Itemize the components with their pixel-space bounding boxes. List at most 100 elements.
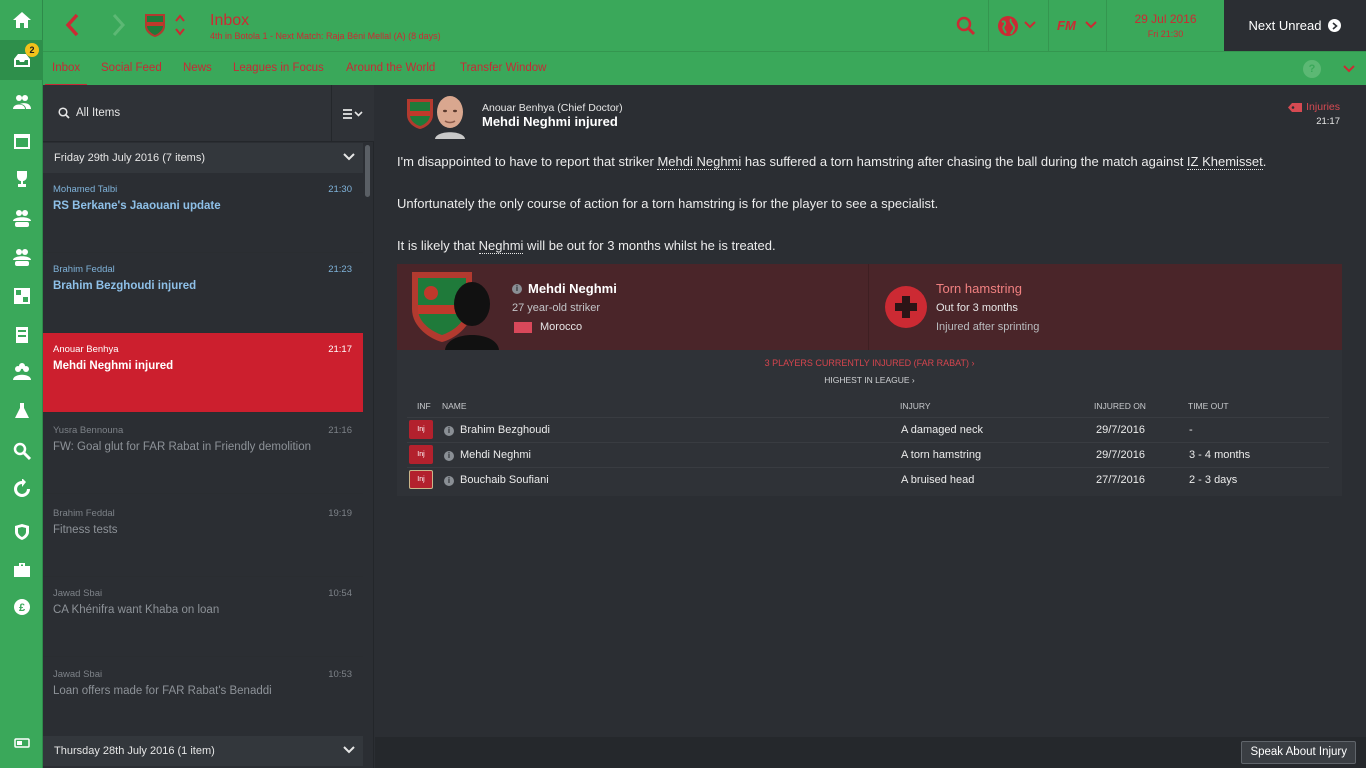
message-time: 21:16 <box>328 425 352 436</box>
left-sidebar: 2 £ <box>0 0 43 768</box>
col-header-time-out[interactable]: TIME OUT <box>1188 401 1229 411</box>
finances-icon[interactable]: £ <box>0 587 43 627</box>
u18-icon[interactable] <box>0 237 43 277</box>
player-name[interactable]: Bouchaib Soufiani <box>460 474 549 486</box>
list-item[interactable]: Yusra Bennouna 21:16 FW: Goal glut for F… <box>43 414 363 494</box>
message-subject: Mehdi Neghmi injured <box>53 360 174 372</box>
player-link[interactable]: Neghmi <box>478 238 524 254</box>
help-icon[interactable]: ? <box>1303 60 1321 78</box>
tab-leagues-in-focus[interactable]: Leagues in Focus <box>226 52 331 86</box>
tab-inbox[interactable]: Inbox <box>45 52 88 86</box>
search-icon[interactable] <box>956 16 976 36</box>
message-sender: Yusra Bennouna <box>53 425 124 436</box>
player-name[interactable]: i Mehdi Neghmi <box>512 281 617 296</box>
page-subtitle[interactable]: 4th in Botola 1 - Next Match: Raja Béni … <box>210 31 441 41</box>
time-out-cell: 3 - 4 months <box>1189 449 1251 461</box>
message-paragraph: It is likely that Neghmi will be out for… <box>397 238 776 254</box>
injury-cell: A bruised head <box>901 474 975 486</box>
tab-around-the-world[interactable]: Around the World <box>339 52 442 86</box>
col-header-injured-on[interactable]: INJURED ON <box>1094 401 1146 411</box>
club-switch-icon[interactable] <box>174 12 186 38</box>
chevron-down-icon <box>343 153 355 161</box>
nationality-label: Morocco <box>540 321 583 333</box>
tab-news[interactable]: News <box>176 52 219 86</box>
speak-about-injury-button[interactable]: Speak About Injury <box>1241 741 1356 764</box>
currently-injured-link[interactable]: 3 PLAYERS CURRENTLY INJURED (FAR RABAT) … <box>397 358 1342 368</box>
chevron-down-icon[interactable] <box>1085 20 1097 30</box>
highest-in-league-link[interactable]: HIGHEST IN LEAGUE › <box>397 375 1342 385</box>
group-label: Thursday 28th July 2016 (1 item) <box>54 745 215 757</box>
list-scrollbar[interactable] <box>365 145 370 197</box>
arrow-right-icon <box>1328 19 1342 32</box>
trophy-icon[interactable] <box>0 159 43 199</box>
training-icon[interactable] <box>0 315 43 355</box>
player-silhouette[interactable] <box>437 274 503 350</box>
injury-cell: A torn hamstring <box>901 449 982 461</box>
text-span: It is likely that <box>397 238 479 253</box>
tab-social-feed[interactable]: Social Feed <box>94 52 169 86</box>
message-category[interactable]: Injuries <box>1288 101 1340 113</box>
world-globe-icon[interactable] <box>997 15 1019 37</box>
inbox-icon[interactable]: 2 <box>0 40 43 80</box>
back-arrow-icon[interactable] <box>60 12 86 38</box>
injury-summary: i Mehdi Neghmi 27 year-old striker Moroc… <box>397 264 1342 350</box>
chevron-down-icon[interactable] <box>1024 20 1036 30</box>
club-crest-icon[interactable] <box>143 12 167 38</box>
chevron-down-icon[interactable] <box>1343 64 1355 74</box>
u21-icon[interactable] <box>0 198 43 238</box>
injury-cause: Injured after sprinting <box>936 321 1040 333</box>
player-name[interactable]: Mehdi Neghmi <box>460 449 531 461</box>
scouting-icon[interactable] <box>0 391 43 431</box>
message-paragraph: I'm disappointed to have to report that … <box>397 154 1267 170</box>
list-item[interactable]: Mohamed Talbi 21:30 RS Berkane's Jaaouan… <box>43 173 363 253</box>
staff-avatar[interactable] <box>430 93 470 139</box>
chevron-down-icon <box>343 746 355 754</box>
info-icon: i <box>444 449 454 461</box>
game-date[interactable]: 29 Jul 2016 Fri 21:30 <box>1109 0 1222 51</box>
team-link[interactable]: IZ Khemisset <box>1186 154 1263 170</box>
list-item[interactable]: Brahim Feddal 19:19 Fitness tests <box>43 497 363 577</box>
message-time: 21:17 <box>1316 116 1340 127</box>
list-item[interactable]: Jawad Sbai 10:54 CA Khénifra want Khaba … <box>43 577 363 657</box>
info-icon: i <box>444 474 454 486</box>
message-list-panel: All Items Friday 29th July 2016 (7 items… <box>43 85 374 768</box>
category-label: Injuries <box>1306 101 1340 113</box>
tab-transfer-window[interactable]: Transfer Window <box>453 52 554 86</box>
table-row[interactable]: Inj i Brahim Bezghoudi A damaged neck 29… <box>407 417 1329 442</box>
divider <box>868 264 869 350</box>
filter-label[interactable]: All Items <box>76 107 120 119</box>
tag-icon <box>1288 102 1303 112</box>
staff-icon[interactable] <box>0 352 43 392</box>
date-group-header[interactable]: Thursday 28th July 2016 (1 item) <box>43 736 363 766</box>
filter-menu-button[interactable] <box>331 85 374 142</box>
calendar-icon[interactable] <box>0 121 43 161</box>
message-sender[interactable]: Anouar Benhya (Chief Doctor) <box>482 102 623 114</box>
list-item[interactable]: Jawad Sbai 10:53 Loan offers made for FA… <box>43 658 363 738</box>
player-nationality: Morocco <box>514 321 582 333</box>
col-header-injury[interactable]: INJURY <box>900 401 931 411</box>
forward-arrow-icon[interactable] <box>105 12 131 38</box>
message-sender: Mohamed Talbi <box>53 184 118 195</box>
home-icon[interactable] <box>0 0 43 40</box>
inbox-badge: 2 <box>25 43 39 57</box>
search-icon[interactable] <box>0 431 43 471</box>
list-item-selected[interactable]: Anouar Benhya 21:17 Mehdi Neghmi injured <box>43 333 363 413</box>
list-item[interactable]: Brahim Feddal 21:23 Brahim Bezghoudi inj… <box>43 253 363 333</box>
tactics-icon[interactable] <box>0 276 43 316</box>
player-link[interactable]: Mehdi Neghmi <box>657 154 742 170</box>
col-header-name[interactable]: NAME <box>442 401 467 411</box>
text-span: . <box>1262 154 1267 169</box>
table-row[interactable]: Inj i Bouchaib Soufiani A bruised head 2… <box>407 467 1329 492</box>
squad-icon[interactable] <box>0 82 43 122</box>
transfers-icon[interactable] <box>0 469 43 509</box>
message-subject: Fitness tests <box>53 524 118 536</box>
player-name[interactable]: Brahim Bezghoudi <box>460 424 550 436</box>
club-info-icon[interactable] <box>0 550 43 590</box>
club-vision-icon[interactable] <box>0 512 43 552</box>
next-unread-button[interactable]: Next Unread <box>1224 0 1366 51</box>
date-group-header[interactable]: Friday 29th July 2016 (7 items) <box>43 143 363 173</box>
col-header-inf[interactable]: INF <box>417 401 431 411</box>
fm-logo-icon[interactable]: FM <box>1057 17 1081 33</box>
table-row[interactable]: Inj i Mehdi Neghmi A torn hamstring 29/7… <box>407 442 1329 467</box>
notes-icon[interactable] <box>0 723 43 763</box>
